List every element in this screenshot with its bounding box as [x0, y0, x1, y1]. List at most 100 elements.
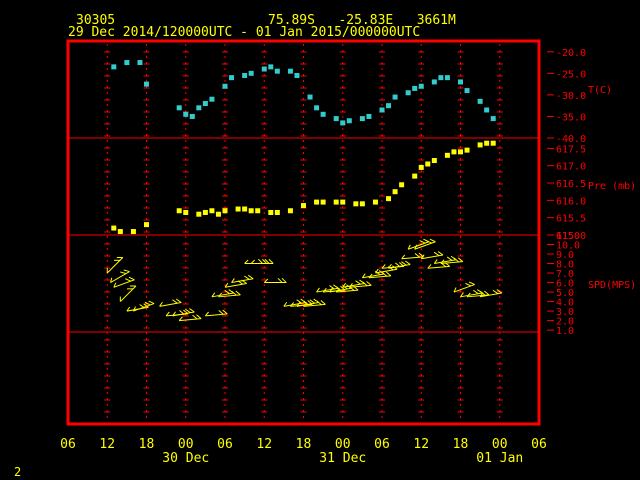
wind-barb-feather: [405, 260, 411, 265]
wind-barb-feather: [414, 252, 420, 258]
wind-barb-feather: [176, 298, 182, 303]
wind-barb-feather: [437, 251, 444, 256]
wind-barb: [224, 279, 247, 288]
y-tick-label: -35.0: [556, 112, 586, 123]
temperature-point: [431, 79, 437, 85]
wind-barb: [204, 309, 228, 317]
temperature-point: [477, 98, 483, 104]
wind-barb-feather: [189, 308, 195, 313]
temperature-point: [412, 85, 418, 91]
pressure-point: [202, 209, 208, 215]
wind-barb-feather: [196, 314, 202, 320]
wind-barb-feather: [468, 281, 475, 285]
wind-barb-feather: [268, 258, 274, 264]
y-tick-label: -25.0: [556, 69, 586, 80]
wind-barb-feather: [473, 289, 479, 295]
temperature-point: [405, 90, 411, 96]
pressure-point: [215, 211, 221, 217]
wind-barb-shaft: [224, 282, 247, 288]
wind-barb-feather: [465, 282, 472, 287]
wind-barb: [132, 300, 155, 312]
wind-barb-feather: [446, 256, 453, 261]
temperature-point: [261, 66, 267, 72]
temperature-point: [346, 118, 352, 124]
temperature-point: [274, 68, 280, 74]
pressure-point: [209, 208, 215, 214]
x-tick-label: 00: [335, 437, 351, 452]
temperature-point: [209, 96, 215, 102]
pressure-point: [359, 201, 365, 207]
temperature-point: [183, 111, 189, 117]
wind-barb-feather: [355, 280, 361, 285]
x-tick-label: 12: [413, 437, 429, 452]
temperature-point: [379, 107, 385, 113]
pressure-point: [451, 149, 457, 155]
temperature-point: [137, 60, 143, 66]
y-axis-label: SPD(MPS): [588, 280, 636, 291]
temperature-point: [229, 75, 235, 81]
temperature-point: [242, 72, 248, 78]
wind-barb-shaft: [421, 254, 444, 260]
x-tick-label: 06: [60, 437, 76, 452]
date-label: 31 Dec: [319, 451, 366, 466]
pressure-point: [464, 147, 470, 153]
x-tick-label: 12: [256, 437, 272, 452]
wind-barb-shaft: [172, 311, 195, 317]
time-grid: [104, 44, 503, 421]
pressure-point: [444, 152, 450, 158]
wind-barb-feather: [419, 240, 426, 244]
y-tick-label: 617.0: [556, 162, 586, 173]
x-tick-label: 18: [453, 437, 469, 452]
wind-barb-feather: [484, 290, 490, 296]
temperature-point: [124, 60, 130, 66]
temperature-point: [111, 64, 117, 70]
pressure-point: [353, 201, 359, 207]
wind-barb: [110, 269, 130, 283]
temperature-point: [314, 105, 320, 111]
date-label: 30 Dec: [162, 451, 209, 466]
y-tick-label: 1.0: [556, 326, 574, 337]
wind-barb: [159, 298, 182, 307]
wind-barb-shaft: [179, 318, 202, 322]
temperature-point: [359, 116, 365, 122]
temperature-point: [287, 68, 293, 74]
y-tick-label: 615.5: [556, 214, 586, 225]
wind-barb-feather: [366, 281, 372, 286]
temperature-point: [307, 94, 313, 100]
temperature-point: [248, 70, 254, 76]
y-tick-label: -40.0: [556, 134, 586, 145]
wind-barb-feather: [277, 277, 283, 283]
pressure-point: [222, 208, 228, 214]
meteogram: 30305 75.89S -25.83E 3661M 29 Dec 2014/1…: [14, 13, 636, 479]
temperature-point: [386, 103, 392, 109]
y-tick-label: -30.0: [556, 91, 586, 102]
x-tick-label: 00: [178, 437, 194, 452]
wind-barb-feather: [385, 271, 392, 277]
temperature-point: [196, 105, 202, 111]
wind-barb-feather: [128, 276, 135, 281]
wind-barb-shaft: [159, 302, 182, 307]
temperature-point: [268, 64, 274, 70]
wind-barb-feather: [172, 299, 178, 304]
pressure-point: [392, 189, 398, 195]
pressure-point: [176, 208, 182, 214]
x-tick-label: 18: [296, 437, 312, 452]
pressure-point: [320, 199, 326, 205]
pressure-point: [490, 140, 496, 146]
wind-barb: [119, 285, 137, 302]
wind-barb-feather: [320, 300, 326, 305]
wind-barb-head: [250, 259, 256, 264]
wind-barb: [420, 251, 444, 260]
date-label: 01 Jan: [476, 451, 523, 466]
pressure-point: [235, 206, 241, 212]
wind-barb-feather: [248, 274, 254, 280]
y-tick-label: 617.5: [556, 144, 586, 155]
pressure-point: [340, 199, 346, 205]
wind-barb-shaft: [401, 256, 424, 260]
wind-barb: [453, 281, 475, 293]
wind-barb-feather: [120, 271, 127, 275]
pressure-point: [431, 158, 437, 164]
wind-barb-feather: [281, 277, 287, 283]
x-tick-label: 00: [492, 437, 508, 452]
pressure-point: [196, 211, 202, 217]
